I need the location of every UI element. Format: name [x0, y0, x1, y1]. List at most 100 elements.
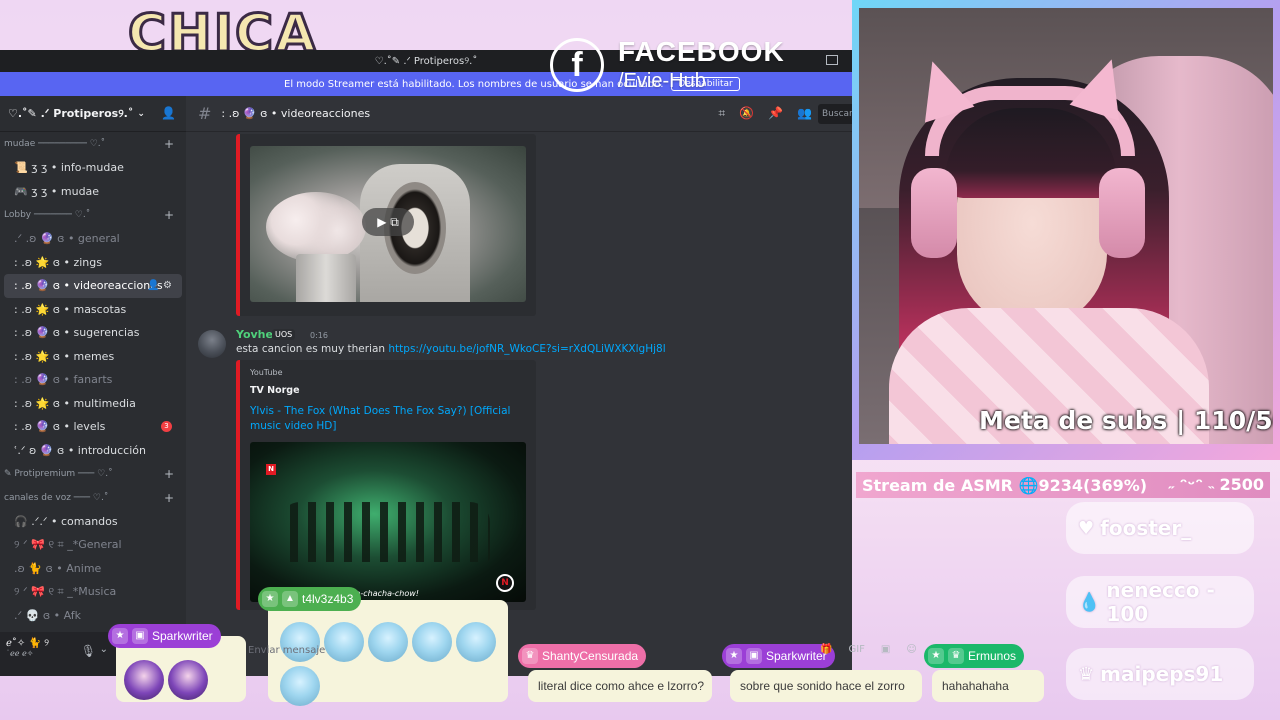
emote-image [368, 622, 408, 662]
emote-image [324, 622, 364, 662]
category-voice[interactable]: canales de voz ─── ♡.˚ + [0, 486, 186, 510]
star-icon: ★ [112, 628, 128, 644]
threads-icon[interactable]: ⌗ [718, 106, 725, 121]
video-thumbnail[interactable]: ▶ ⧉ [250, 146, 526, 302]
video-embed: ▶ ⧉ [236, 134, 536, 316]
follower-name: nenecco - 100 [1106, 578, 1215, 626]
channel-label: : .ʚ 🔮 ɞ • sugerencias [14, 326, 140, 340]
voice-channel-comandos[interactable]: 🎧 .ᐟ.ᐟ • comandos [4, 510, 182, 534]
crown-icon: ♛ [1078, 663, 1095, 685]
chat-username: ★ ▣ Sparkwriter [722, 644, 835, 668]
chat-message-text: sobre que sonido hace el zorro [740, 679, 905, 693]
dancers-image [280, 502, 490, 562]
emote-image [168, 660, 208, 700]
chat-username: ♛ ShantyCensurada [518, 644, 647, 668]
pin-icon[interactable]: 📌 [768, 106, 783, 121]
plus-icon[interactable]: + [164, 208, 174, 222]
add-user-icon[interactable]: 👤 [161, 106, 176, 120]
message-body: esta cancion es muy therian https://yout… [236, 343, 666, 355]
plus-icon[interactable]: + [164, 137, 174, 151]
plus-icon[interactable]: + [164, 467, 174, 481]
channel-label: .ʚ 🐈 ɞ • Anime [14, 562, 102, 576]
embed-title-link[interactable]: Ylvis - The Fox (What Does The Fox Say?)… [250, 404, 530, 434]
server-header[interactable]: ♡.˚✎ .ᐟ Protiperos୨.˚ ⌄ 👤 [0, 96, 186, 132]
emote-image [412, 622, 452, 662]
category-protipremium[interactable]: ✎ Protipremium ─── ♡.˚ + [0, 462, 186, 486]
channel-info-mudae[interactable]: 📜 ʒ ʒ • info-mudae [4, 156, 182, 180]
asmr-goal: Stream de ASMR 🌐9234(369%) [862, 476, 1169, 495]
mute-bell-icon[interactable]: 🔕 [739, 106, 754, 121]
embed-provider: YouTube [250, 368, 283, 377]
message-input[interactable]: Enviar mensaje [248, 645, 325, 656]
channel-watermark-icon: N [496, 574, 514, 592]
chat-message-text: hahahahaha [942, 679, 1009, 693]
channel-logo-icon: N [266, 464, 276, 475]
emote-image [280, 622, 320, 662]
headphone-left-image [911, 168, 957, 258]
channel-mudae[interactable]: 🎮 ʒ ʒ • mudae [4, 180, 182, 204]
embed-author[interactable]: TV Norge [250, 385, 300, 396]
message-link[interactable]: https://youtu.be/jofNR_WkoCE?si=rXdQLiWX… [388, 343, 665, 355]
channel-label: ୨ ᐟ 🎀 ୧ ⌗ _*General [14, 538, 122, 552]
chevron-down-icon[interactable]: ⌄ [100, 644, 108, 655]
sub-badge-icon: ▣ [746, 648, 762, 664]
channel-memes[interactable]: : .ʚ 🌟 ɞ • memes [4, 345, 182, 369]
channel-label: : .ʚ 🌟 ɞ • multimedia [14, 396, 136, 410]
recent-follower: ♛ maipeps91 [1066, 648, 1254, 700]
chat-username: ★ ▣ Sparkwriter [108, 624, 221, 648]
chevron-down-icon: ⌄ [137, 108, 145, 119]
gift-icon[interactable]: 🎁 [820, 644, 832, 655]
emoji-icon[interactable]: ☺ [906, 644, 916, 655]
channel-levels[interactable]: : .ʚ 🔮 ɞ • levels 3 [4, 415, 182, 439]
channel-multimedia[interactable]: : .ʚ 🌟 ɞ • multimedia [4, 392, 182, 416]
members-icon[interactable]: 👥 [797, 106, 812, 121]
channel-introduccion[interactable]: ʿ.ᐟ ʚ 🔮 ɞ • introducción [4, 439, 182, 463]
sub-badge-icon: ▣ [132, 628, 148, 644]
video-thumbnail[interactable]: N cha-chacha-chow! N [250, 442, 526, 602]
search-input[interactable]: Buscar [818, 104, 852, 124]
avatar[interactable] [198, 330, 226, 358]
message-timestamp: 0:16 [310, 331, 328, 340]
channel-label: : .ʚ 🔮 ɞ • fanarts [14, 373, 113, 387]
gif-icon[interactable]: GIF [848, 644, 864, 655]
sticker-icon[interactable]: ▣ [881, 644, 890, 655]
channel-label: ୨ ᐟ 🎀 ୧ ⌗ _*Musica [14, 585, 117, 599]
plus-icon[interactable]: + [164, 491, 174, 505]
chat-user: t4lv3z4b3 [302, 592, 354, 606]
channel-general[interactable]: .ᐟ .ʚ 🔮 ɞ • general [4, 227, 182, 251]
channel-sugerencias[interactable]: : .ʚ 🔮 ɞ • sugerencias [4, 321, 182, 345]
category-lobby[interactable]: Lobby ─────── ♡.˚ + [0, 203, 186, 227]
channel-label: 🎧 .ᐟ.ᐟ • comandos [14, 515, 118, 529]
chat-message-text: literal dice como ahce e lzorro? [538, 679, 705, 693]
microphone-icon[interactable]: 🎙 [81, 644, 96, 658]
window-title: ♡.˚✎ .ᐟ Protiperos୨.˚ [374, 55, 478, 67]
channel-zings[interactable]: : .ʚ 🌟 ɞ • zings [4, 251, 182, 275]
hash-icon: # [198, 104, 212, 123]
discord-window: ♡.˚✎ .ᐟ Protiperos୨.˚ El modo Streamer e… [0, 50, 852, 676]
sub-goal-text: Meta de subs | 110/50 [979, 406, 1273, 435]
voice-channel-musica[interactable]: ୨ ᐟ 🎀 ୧ ⌗ _*Musica [4, 581, 182, 605]
channel-settings-icon[interactable]: 👤 ⚙ [147, 280, 172, 291]
asmr-label: Stream de ASMR [862, 475, 1013, 495]
header-icons: ⌗ 🔕 📌 👥 [718, 106, 812, 121]
channel-mascotas[interactable]: : .ʚ 🌟 ɞ • mascotas [4, 298, 182, 322]
heart-icon: ♥ [1078, 517, 1095, 539]
category-mudae[interactable]: mudae ───────── ♡.˚ + [0, 132, 186, 156]
channel-label: 🎮 ʒ ʒ • mudae [14, 184, 100, 198]
channel-label: : .ʚ 🔮 ɞ • levels [14, 420, 106, 434]
play-icon[interactable]: ▶ ⧉ [362, 208, 414, 236]
voice-channel-general[interactable]: ୨ ᐟ 🎀 ୧ ⌗ _*General [4, 534, 182, 558]
stream-stats-bar: Stream de ASMR 🌐9234(369%) ˶ ᵔᵕᵔ ˵ 2500 [856, 472, 1270, 498]
channel-fanarts[interactable]: : .ʚ 🔮 ɞ • fanarts [4, 368, 182, 392]
voice-channel-anime[interactable]: .ʚ 🐈 ɞ • Anime [4, 557, 182, 581]
headphone-right-image [1099, 168, 1145, 258]
category-label: ✎ Protipremium ─── ♡.˚ [4, 469, 113, 479]
server-name: ♡.˚✎ .ᐟ Protiperos୨.˚ [8, 106, 134, 120]
chat-user: Ermunos [968, 649, 1017, 663]
channel-videoreacciones[interactable]: : .ʚ 🔮 ɞ • videoreacciones 👤 ⚙ [4, 274, 182, 298]
emote-row [122, 658, 210, 702]
channel-label: : .ʚ 🌟 ɞ • zings [14, 255, 102, 269]
category-label: canales de voz ─── ♡.˚ [4, 493, 109, 503]
channel-label: : .ʚ 🔮 ɞ • videoreacciones [14, 279, 163, 293]
user-badge: UOS [272, 329, 296, 340]
